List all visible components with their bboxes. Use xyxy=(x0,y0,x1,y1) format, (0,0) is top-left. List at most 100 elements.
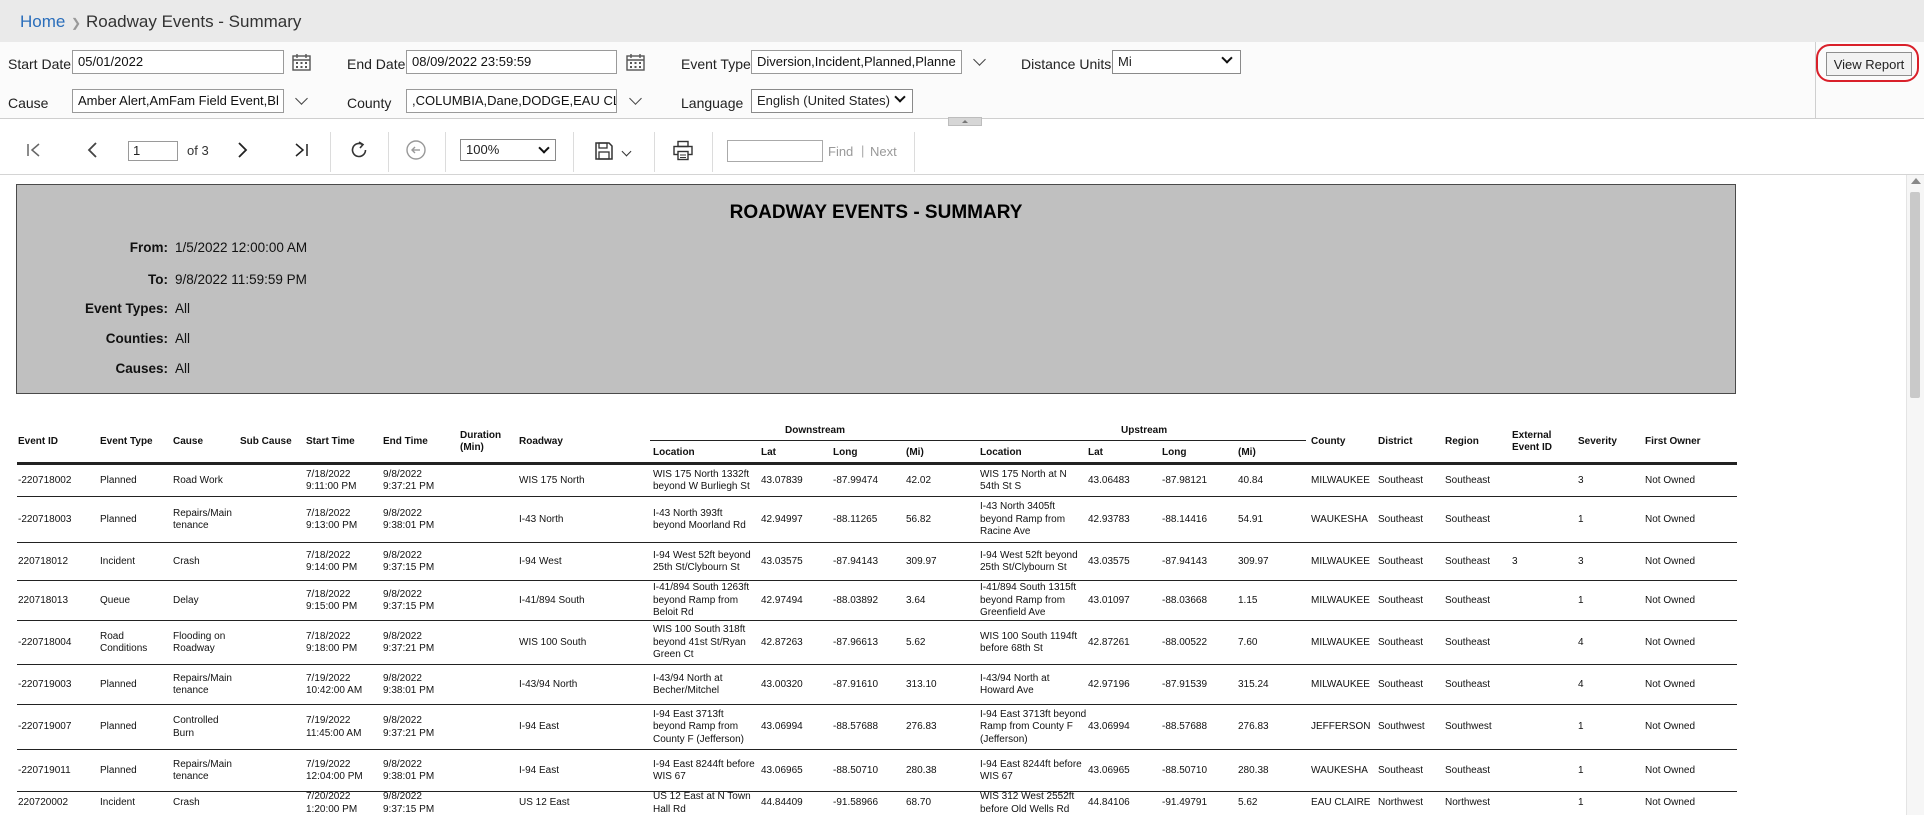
row-divider xyxy=(17,580,1737,581)
row-divider xyxy=(17,542,1737,543)
cell-first-owner: Not Owned xyxy=(1645,797,1696,809)
cell-start-time: 7/18/2022 9:11:00 PM xyxy=(306,468,357,493)
cell-us-location: WIS 175 North at N 54th St S xyxy=(980,468,1067,493)
cell-event-type: Planned xyxy=(100,764,137,776)
cell-cause: Controlled Burn xyxy=(173,715,219,739)
cell-region: Southeast xyxy=(1445,513,1491,525)
counties-label: Counties: xyxy=(105,331,168,346)
language-value: English (United States) xyxy=(757,93,890,108)
find-input[interactable] xyxy=(727,140,823,162)
cell-severity: 1 xyxy=(1578,797,1584,809)
calendar-icon[interactable] xyxy=(626,53,645,71)
cell-end-time: 9/8/2022 9:37:15 PM xyxy=(383,791,435,815)
distance-units-label: Distance Units xyxy=(1021,56,1112,72)
column-header-ds-mi: (Mi) xyxy=(906,447,924,458)
row-divider xyxy=(17,496,1737,497)
cell-us-location: WIS 312 West 2552ft before Old Wells Rd xyxy=(980,791,1075,815)
next-page-icon[interactable] xyxy=(236,141,250,159)
cell-ds-lat: 43.06994 xyxy=(761,721,803,733)
column-header-ds-location: Location xyxy=(653,447,695,458)
print-icon[interactable] xyxy=(672,140,694,161)
language-select[interactable]: English (United States) xyxy=(751,89,913,113)
cell-ds-lat: 42.94997 xyxy=(761,513,803,525)
cell-us-long: -88.50710 xyxy=(1162,764,1208,776)
cell-county: WAUKESHA xyxy=(1311,764,1368,776)
cell-event-id: 220720002 xyxy=(18,797,69,809)
cell-ds-location: US 12 East at N Town Hall Rd xyxy=(653,791,751,815)
scroll-up-arrow-icon[interactable] xyxy=(1911,178,1921,184)
cell-start-time: 7/18/2022 9:15:00 PM xyxy=(306,588,358,613)
cell-first-owner: Not Owned xyxy=(1645,678,1696,690)
cell-end-time: 9/8/2022 9:37:15 PM xyxy=(383,588,435,613)
find-link[interactable]: Find xyxy=(828,144,853,159)
event-type-input[interactable]: Diversion,Incident,Planned,Planne xyxy=(751,50,962,74)
cell-first-owner: Not Owned xyxy=(1645,555,1696,567)
toolbar-separator xyxy=(330,132,331,172)
from-label: From: xyxy=(129,240,168,255)
row-divider xyxy=(17,664,1737,665)
cell-external-id: 3 xyxy=(1512,555,1518,567)
cell-first-owner: Not Owned xyxy=(1645,636,1696,648)
cell-ds-mi: 313.10 xyxy=(906,678,937,690)
cell-ds-long: -91.58966 xyxy=(833,797,879,809)
cell-event-id: -220718002 xyxy=(18,474,72,486)
cell-event-id: -220719011 xyxy=(18,764,71,776)
cell-cause: Repairs/Main tenance xyxy=(173,758,232,783)
cause-input[interactable]: Amber Alert,AmFam Field Event,Bl xyxy=(72,89,284,113)
save-icon[interactable] xyxy=(594,141,614,161)
collapse-parameters-handle[interactable] xyxy=(948,117,982,126)
cell-ds-long: -87.91610 xyxy=(833,678,879,690)
cell-us-lat: 44.84106 xyxy=(1088,797,1130,809)
cell-roadway: I-94 East xyxy=(519,764,560,776)
cell-us-location: I-94 East 8244ft before WIS 67 xyxy=(980,758,1082,783)
last-page-icon[interactable] xyxy=(293,142,309,158)
end-date-label: End Date xyxy=(347,56,406,72)
page-count-label: of 3 xyxy=(187,143,209,158)
cell-us-long: -88.14416 xyxy=(1162,513,1208,525)
cell-ds-mi: 276.83 xyxy=(906,721,937,733)
cell-event-id: -220719003 xyxy=(18,678,72,690)
cell-region: Southwest xyxy=(1445,721,1492,733)
cell-end-time: 9/8/2022 9:38:01 PM xyxy=(383,672,435,697)
cell-district: Southeast xyxy=(1378,678,1424,690)
cell-start-time: 7/19/2022 10:42:00 AM xyxy=(306,672,363,697)
cell-ds-location: I-43/94 North at Becher/Mitchel xyxy=(653,672,723,697)
column-header-event-id: Event ID xyxy=(18,436,59,447)
next-link[interactable]: Next xyxy=(870,144,897,159)
cell-ds-lat: 43.03575 xyxy=(761,555,803,567)
scrollbar-thumb[interactable] xyxy=(1910,192,1920,398)
breadcrumb-home-link[interactable]: Home xyxy=(20,12,65,32)
previous-page-icon[interactable] xyxy=(85,141,99,159)
first-page-icon[interactable] xyxy=(26,142,42,158)
column-header-severity: Severity xyxy=(1578,436,1617,447)
back-to-parent-icon[interactable] xyxy=(405,139,427,161)
cell-severity: 1 xyxy=(1578,513,1584,525)
distance-units-value: Mi xyxy=(1118,54,1132,69)
cell-cause: Road Work xyxy=(173,474,223,486)
cell-end-time: 9/8/2022 9:38:01 PM xyxy=(383,507,435,532)
cell-severity: 3 xyxy=(1578,474,1584,486)
cell-event-type: Planned xyxy=(100,678,137,690)
from-value: 1/5/2022 12:00:00 AM xyxy=(175,240,308,255)
column-header-us-lat: Lat xyxy=(1088,447,1103,458)
cell-us-mi: 315.24 xyxy=(1238,678,1269,690)
distance-units-select[interactable]: Mi xyxy=(1112,50,1241,74)
cell-ds-location: I-94 East 8244ft before WIS 67 xyxy=(653,758,755,783)
end-date-input[interactable]: 08/09/2022 23:59:59 xyxy=(406,50,617,74)
report-toolbar xyxy=(0,126,1924,175)
downstream-group-header: Downstream xyxy=(785,425,846,436)
table-header-rule xyxy=(17,462,1737,465)
cell-region: Southeast xyxy=(1445,678,1491,690)
toolbar-separator xyxy=(654,132,655,172)
counties-value: All xyxy=(175,331,191,346)
page-number-input[interactable]: 1 xyxy=(128,141,178,161)
cell-cause: Crash xyxy=(173,797,200,809)
calendar-icon[interactable] xyxy=(292,53,311,71)
cell-us-location: I-94 East 3713ft beyond Ramp from County… xyxy=(980,708,1087,745)
cell-region: Southeast xyxy=(1445,555,1491,567)
cell-us-mi: 309.97 xyxy=(1238,555,1269,567)
cell-event-type: Planned xyxy=(100,474,137,486)
start-date-input[interactable]: 05/01/2022 xyxy=(72,50,284,74)
county-input[interactable]: ,COLUMBIA,Dane,DODGE,EAU CLA xyxy=(406,89,617,113)
refresh-icon[interactable] xyxy=(348,139,370,161)
